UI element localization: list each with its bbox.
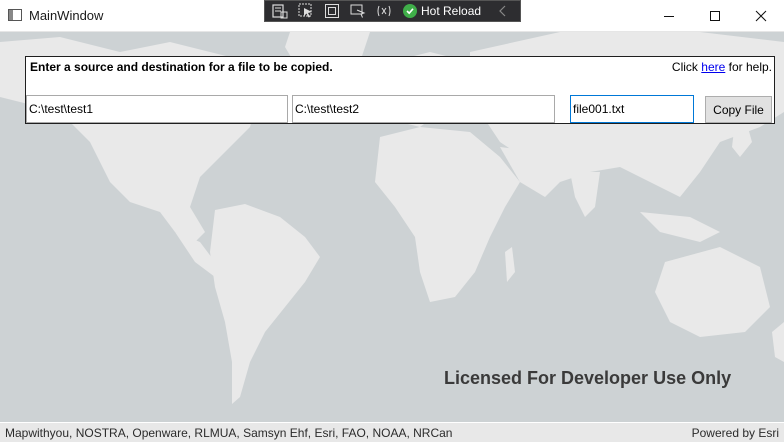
attribution-text[interactable]: Mapwithyou, NOSTRA, Openware, RLMUA, Sam… xyxy=(5,426,452,440)
landmass-south-america xyxy=(210,204,320,404)
license-watermark: Licensed For Developer Use Only xyxy=(444,368,732,388)
close-button[interactable] xyxy=(738,0,784,31)
live-visual-tree-icon[interactable] xyxy=(269,1,291,21)
file-name-field[interactable] xyxy=(570,95,694,123)
maximize-button[interactable] xyxy=(692,0,738,31)
title-bar: MainWindow Hot Reload xyxy=(0,0,784,32)
landmass-new-zealand xyxy=(772,322,784,362)
help-suffix: for help. xyxy=(728,60,772,74)
destination-path-field[interactable] xyxy=(292,95,555,123)
landmass-indonesia xyxy=(640,212,720,242)
attribution-bar: Mapwithyou, NOSTRA, Openware, RLMUA, Sam… xyxy=(0,423,784,442)
instruction-label: Enter a source and destination for a fil… xyxy=(30,60,333,74)
display-layout-adorners-icon[interactable] xyxy=(321,1,343,21)
collapse-icon[interactable] xyxy=(492,1,514,21)
app-icon xyxy=(8,9,22,21)
copy-file-button[interactable]: Copy File xyxy=(705,96,772,123)
close-icon xyxy=(755,10,767,21)
landmass-africa xyxy=(375,127,520,302)
help-prefix: Click xyxy=(671,60,698,74)
maximize-icon xyxy=(710,10,720,21)
hot-reload-label[interactable]: Hot Reload xyxy=(421,4,481,18)
powered-by-text: Powered by Esri xyxy=(691,426,779,440)
landmass-madagascar xyxy=(505,247,515,282)
minimize-icon xyxy=(664,15,674,17)
window-title: MainWindow xyxy=(29,8,104,23)
xaml-dev-toolbar: Hot Reload xyxy=(264,0,521,22)
binding-failures-icon[interactable] xyxy=(373,1,395,21)
help-link[interactable]: here xyxy=(701,60,725,74)
minimize-button[interactable] xyxy=(646,0,692,31)
source-path-field[interactable] xyxy=(26,95,288,123)
landmass-australia xyxy=(655,247,770,337)
hot-reload-icon[interactable] xyxy=(403,4,417,18)
landmass-india xyxy=(570,172,600,217)
help-text: Click here for help. xyxy=(672,60,772,74)
select-element-icon[interactable] xyxy=(295,1,317,21)
track-focus-icon[interactable] xyxy=(347,1,369,21)
copy-file-panel: Enter a source and destination for a fil… xyxy=(25,56,775,124)
